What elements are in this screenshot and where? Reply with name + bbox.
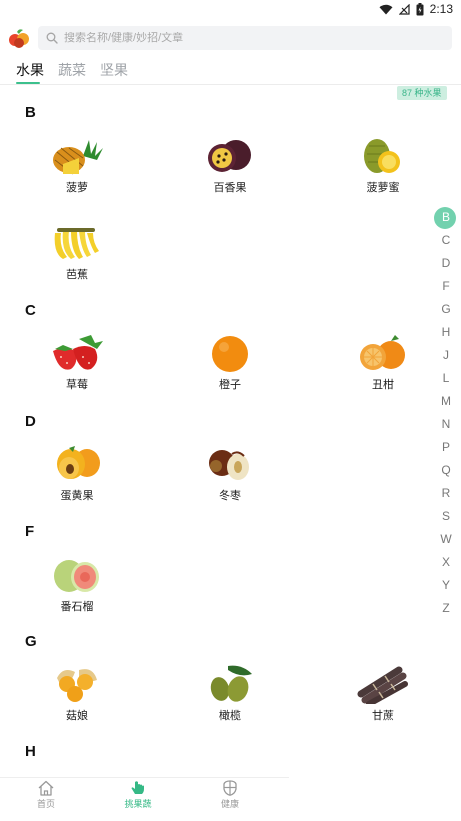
fruit-item-ugly-orange[interactable]: 丑柑 (328, 333, 438, 392)
ugly-orange-icon (360, 335, 405, 370)
status-bar: 2:13 (0, 0, 461, 20)
search-input[interactable] (64, 32, 424, 44)
fruit-name: 冬枣 (219, 490, 241, 502)
index-letter-c[interactable]: C (431, 229, 461, 252)
fruit-item-winter-jujube[interactable]: 冬枣 (175, 444, 285, 503)
plantain-icon (54, 228, 99, 259)
fruit-name: 丑柑 (372, 379, 394, 391)
bottom-nav: 首页 挑果蔬 健康 (0, 777, 289, 821)
nav-health-label: 健康 (220, 799, 239, 809)
wifi-icon (379, 4, 393, 14)
passion-fruit-icon (208, 140, 251, 172)
jackfruit-icon (364, 139, 400, 173)
index-letter-q[interactable]: Q (431, 459, 461, 482)
nav-pick-produce-label: 挑果蔬 (124, 799, 152, 809)
olive-icon (210, 665, 252, 702)
active-tab-indicator (16, 82, 40, 84)
fruit-name: 橄榄 (219, 710, 241, 722)
orange-icon (212, 336, 248, 372)
status-icons: 2:13 (379, 2, 453, 16)
fruit-name: 菠萝 (66, 182, 88, 194)
index-letter-b[interactable]: B (431, 206, 461, 229)
shield-icon (223, 780, 237, 796)
fruit-name: 蛋黄果 (60, 490, 94, 502)
fruit-name: 番石榴 (60, 601, 94, 613)
search-bar[interactable] (38, 26, 452, 50)
category-tabs: 水果 蔬菜 坚果 (0, 58, 461, 85)
section-letter-f: F (25, 523, 35, 540)
index-letter-g[interactable]: G (431, 298, 461, 321)
fruit-name: 草莓 (66, 379, 88, 391)
index-letter-j[interactable]: J (431, 344, 461, 367)
index-letter-z[interactable]: Z (431, 597, 461, 620)
battery-icon (416, 2, 424, 15)
fruit-item-ground-cherry[interactable]: 菇娘 (22, 664, 132, 723)
nav-home[interactable]: 首页 (16, 780, 76, 810)
section-letter-g: G (25, 633, 37, 650)
status-time: 2:13 (429, 2, 453, 16)
index-letter-s[interactable]: S (431, 505, 461, 528)
section-letter-d: D (25, 413, 36, 430)
fruit-item-passion-fruit[interactable]: 百香果 (175, 136, 285, 195)
home-icon (38, 780, 54, 796)
egg-fruit-icon (57, 446, 100, 479)
ground-cherry-icon (57, 669, 97, 702)
index-letter-m[interactable]: M (431, 390, 461, 413)
sugarcane-icon (357, 666, 408, 704)
section-letter-h: H (25, 743, 36, 760)
index-letter-n[interactable]: N (431, 413, 461, 436)
fruit-name: 芭蕉 (66, 269, 88, 281)
fruit-item-olive[interactable]: 橄榄 (175, 664, 285, 723)
strawberry-icon (53, 335, 103, 370)
fruit-name: 甘蔗 (372, 710, 394, 722)
tab-vegetables[interactable]: 蔬菜 (58, 60, 86, 80)
app-logo-icon (9, 29, 29, 48)
guava-icon (54, 560, 99, 592)
index-letter-d[interactable]: D (431, 252, 461, 275)
search-row (0, 24, 461, 52)
fruit-name: 百香果 (213, 182, 247, 194)
alphabet-index[interactable]: B C D F G H J L M N P Q R S W X Y Z (431, 206, 461, 620)
index-letter-f[interactable]: F (431, 275, 461, 298)
nav-home-label: 首页 (36, 799, 55, 809)
tab-fruits[interactable]: 水果 (16, 60, 44, 80)
fruit-item-orange[interactable]: 橙子 (175, 333, 285, 392)
fruit-item-guava[interactable]: 番石榴 (22, 555, 132, 614)
index-letter-h[interactable]: H (431, 321, 461, 344)
fruit-count-badge: 87 种水果 (397, 86, 447, 100)
index-letter-x[interactable]: X (431, 551, 461, 574)
fruit-item-plantain[interactable]: 芭蕉 (22, 223, 132, 282)
pineapple-icon (53, 140, 103, 175)
section-letter-b: B (25, 104, 36, 121)
fruit-item-strawberry[interactable]: 草莓 (22, 333, 132, 392)
section-letter-c: C (25, 302, 36, 319)
index-letter-w[interactable]: W (431, 528, 461, 551)
fruit-item-pineapple[interactable]: 菠萝 (22, 136, 132, 195)
winter-jujube-icon (209, 450, 249, 480)
fruit-name: 菇娘 (66, 710, 88, 722)
fruit-name: 菠萝蜜 (366, 182, 400, 194)
index-letter-r[interactable]: R (431, 482, 461, 505)
fruit-item-egg-fruit[interactable]: 蛋黄果 (22, 444, 132, 503)
index-letter-l[interactable]: L (431, 367, 461, 390)
fruit-item-sugarcane[interactable]: 甘蔗 (328, 664, 438, 723)
no-signal-icon (398, 3, 410, 15)
index-letter-y[interactable]: Y (431, 574, 461, 597)
index-letter-p[interactable]: P (431, 436, 461, 459)
fruit-item-jackfruit[interactable]: 菠萝蜜 (328, 136, 438, 195)
fruit-name: 橙子 (219, 379, 241, 391)
tab-nuts[interactable]: 坚果 (100, 60, 128, 80)
nav-pick-produce[interactable]: 挑果蔬 (108, 780, 168, 810)
nav-health[interactable]: 健康 (200, 780, 260, 810)
search-icon (46, 32, 58, 44)
hand-pick-icon (131, 781, 144, 794)
